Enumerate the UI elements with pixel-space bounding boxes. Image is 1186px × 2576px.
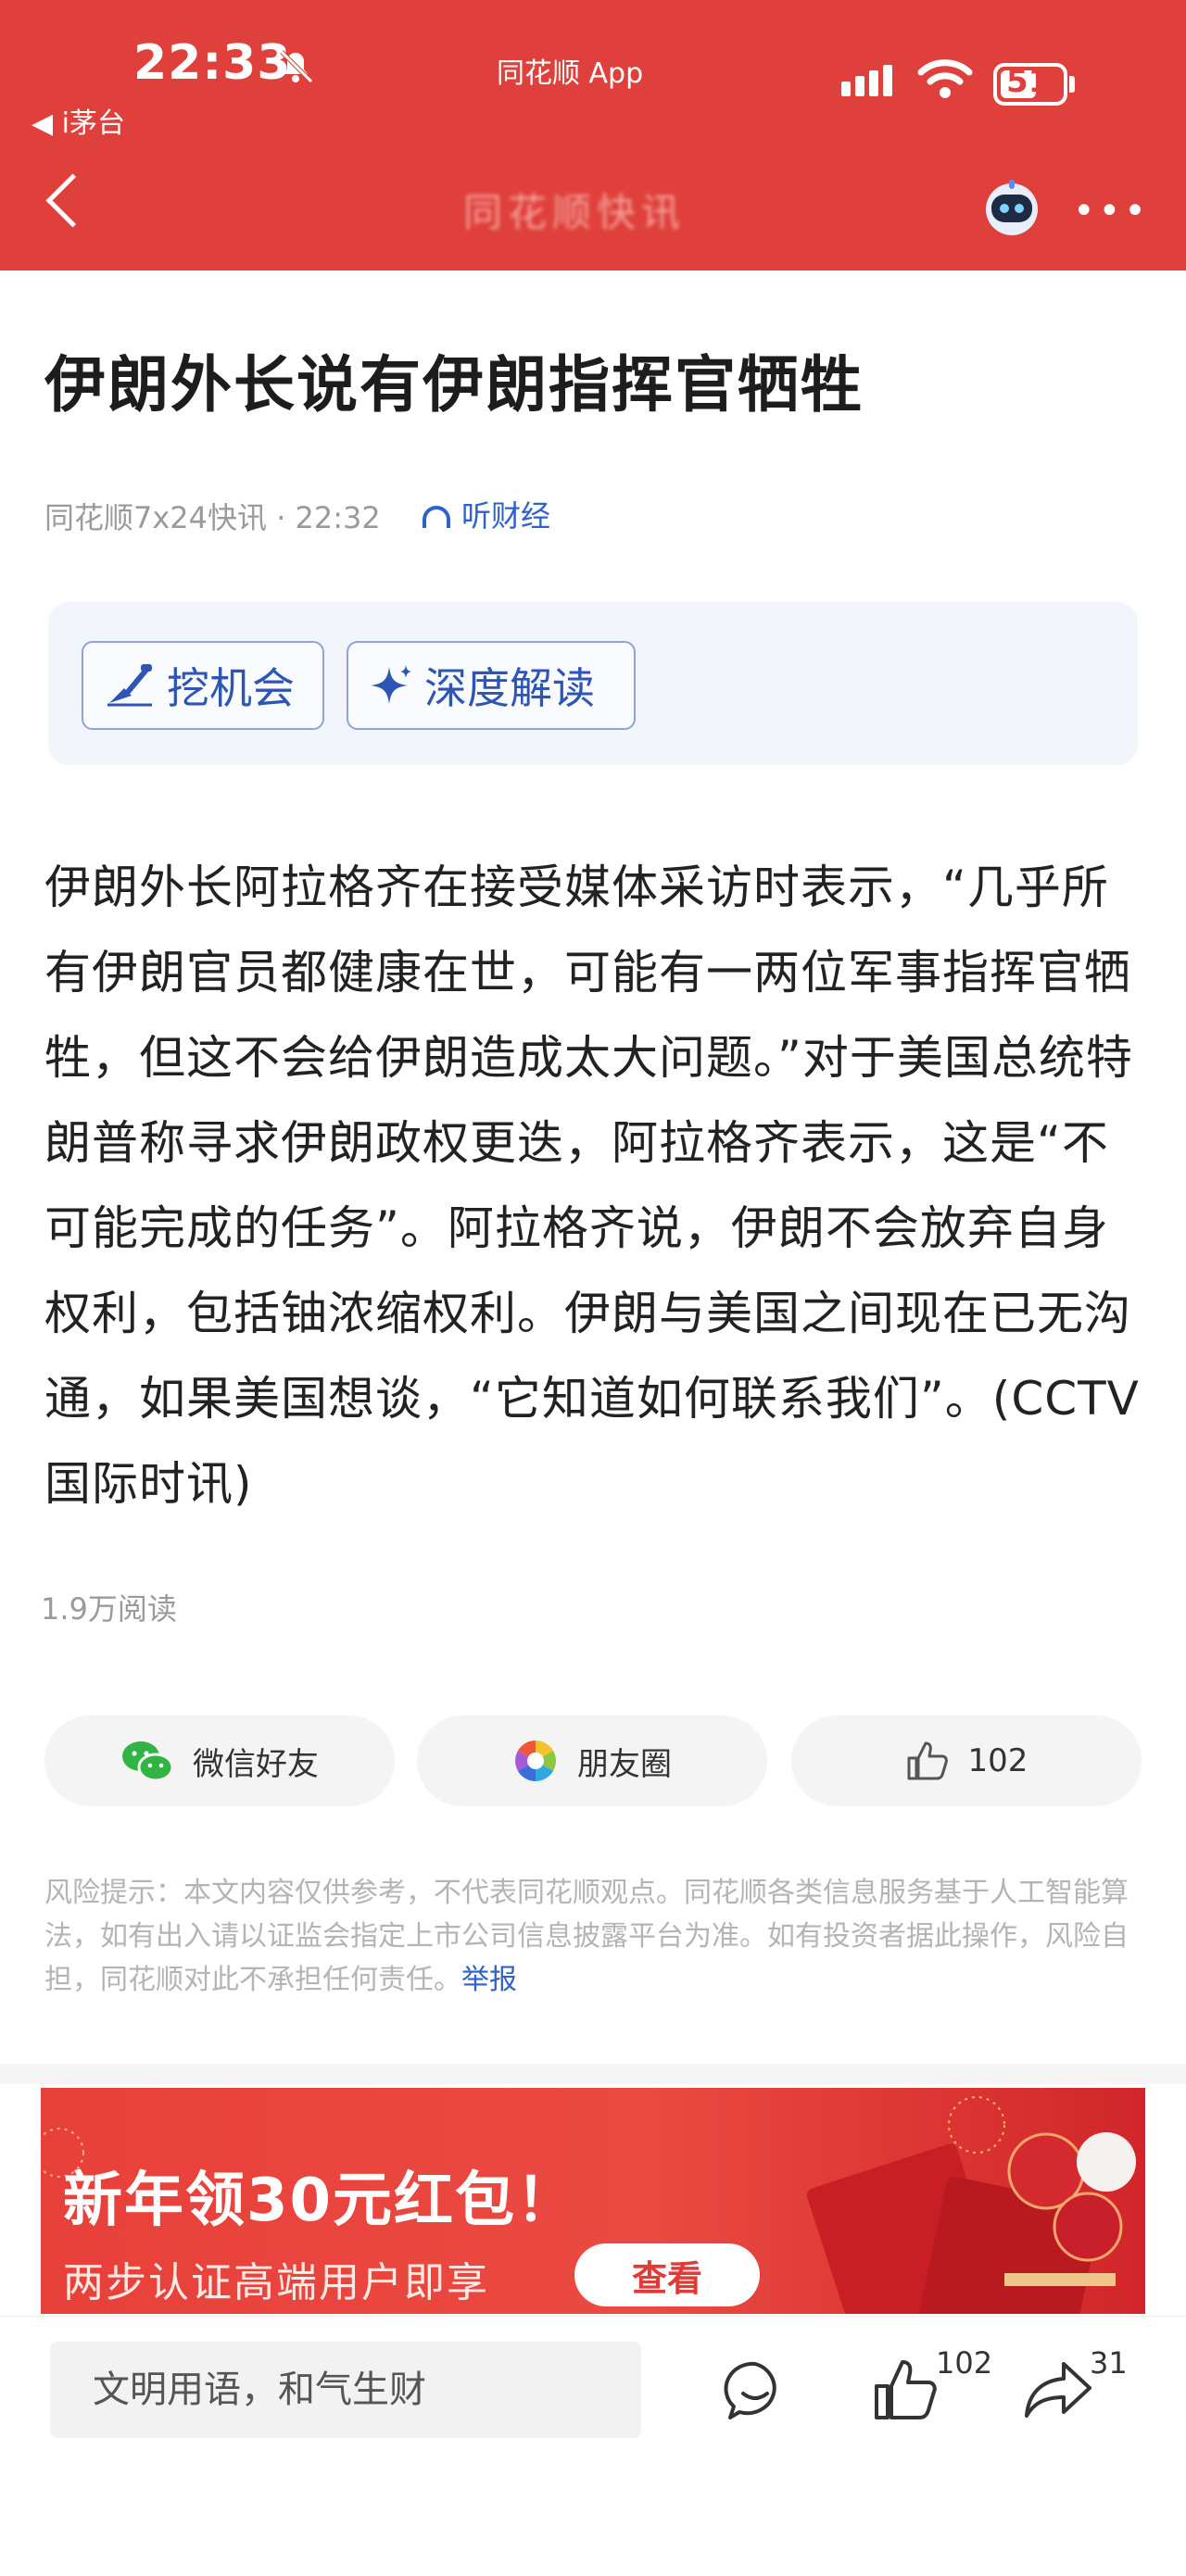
banner-title: 新年领30元红包！ bbox=[63, 2167, 578, 2235]
article-body: 伊朗外长阿拉格齐在接受媒体采访时表示，“几乎所有伊朗官员都健康在世，可能有一两位… bbox=[44, 861, 1140, 1511]
read-count: 1.9万阅读 bbox=[41, 1591, 177, 1627]
wechat-icon bbox=[122, 1741, 174, 1782]
like-count: 102 bbox=[967, 1742, 1028, 1779]
moments-aperture-icon bbox=[515, 1740, 556, 1781]
status-time: 22:33 bbox=[133, 35, 292, 91]
share-arrow-icon[interactable] bbox=[1023, 2358, 1093, 2421]
battery-level: 51 bbox=[1006, 63, 1051, 100]
battery-icon: 51 bbox=[993, 63, 1067, 106]
thumbs-up-icon bbox=[907, 1741, 948, 1780]
article-meta: 同花顺7x24快讯 · 22:32 bbox=[44, 500, 381, 535]
cellular-signal-icon bbox=[841, 65, 897, 96]
deep-analysis-label: 深度解读 bbox=[424, 663, 595, 713]
mute-bell-icon bbox=[280, 50, 313, 83]
more-options-icon[interactable]: ••• bbox=[1073, 193, 1150, 230]
risk-disclaimer: 风险提示：本文内容仅供参考，不代表同花顺观点。同花顺各类信息服务基于人工智能算法… bbox=[44, 1871, 1145, 2002]
report-link[interactable]: 举报 bbox=[461, 1964, 517, 1996]
share-moments-button[interactable]: 朋友圈 bbox=[417, 1715, 767, 1806]
nav-title: 同花顺快讯 bbox=[463, 190, 687, 235]
bottom-like-icon[interactable] bbox=[871, 2356, 940, 2423]
listen-audio-button[interactable]: 听财经 bbox=[423, 493, 550, 535]
sparkle-icon bbox=[371, 665, 411, 704]
back-arrow-icon[interactable] bbox=[45, 173, 100, 228]
comment-icon[interactable] bbox=[723, 2358, 788, 2423]
deep-analysis-button[interactable]: 深度解读 bbox=[347, 641, 636, 730]
risk-text: 风险提示：本文内容仅供参考，不代表同花顺观点。同花顺各类信息服务基于人工智能算法… bbox=[44, 1877, 1129, 1996]
section-divider bbox=[0, 2064, 1186, 2084]
headphones-icon bbox=[423, 506, 450, 528]
banner-view-button[interactable]: 查看 bbox=[574, 2243, 760, 2306]
bottom-like-count: 102 bbox=[936, 2345, 993, 2381]
app-screen: 22:33 ◀ i茅台 同花顺 App 51 同花顺快讯 ••• 伊朗外长说有伊… bbox=[0, 0, 1186, 2576]
back-to-app-link[interactable]: ◀ i茅台 bbox=[32, 100, 125, 141]
like-button[interactable]: 102 bbox=[791, 1715, 1142, 1806]
listen-label: 听财经 bbox=[461, 498, 551, 534]
app-indicator: 同花顺 App bbox=[497, 57, 644, 90]
banner-subtitle: 两步认证高端用户即享 bbox=[63, 2259, 489, 2306]
battery-tip bbox=[1069, 76, 1075, 93]
wifi-icon bbox=[917, 59, 973, 98]
share-count: 31 bbox=[1090, 2345, 1128, 2381]
article-title: 伊朗外长说有伊朗指挥官牺牲 bbox=[44, 349, 864, 421]
dig-opportunity-button[interactable]: 挖机会 bbox=[82, 641, 324, 730]
top-bar: 22:33 ◀ i茅台 同花顺 App 51 同花顺快讯 ••• bbox=[0, 0, 1186, 270]
comment-input[interactable] bbox=[50, 2342, 641, 2438]
share-wechat-label: 微信好友 bbox=[193, 1745, 319, 1783]
shovel-icon bbox=[107, 664, 152, 707]
share-wechat-button[interactable]: 微信好友 bbox=[44, 1715, 395, 1806]
ai-assistant-robot-icon[interactable] bbox=[978, 178, 1045, 237]
share-moments-label: 朋友圈 bbox=[577, 1745, 672, 1783]
dig-opportunity-label: 挖机会 bbox=[167, 663, 295, 713]
